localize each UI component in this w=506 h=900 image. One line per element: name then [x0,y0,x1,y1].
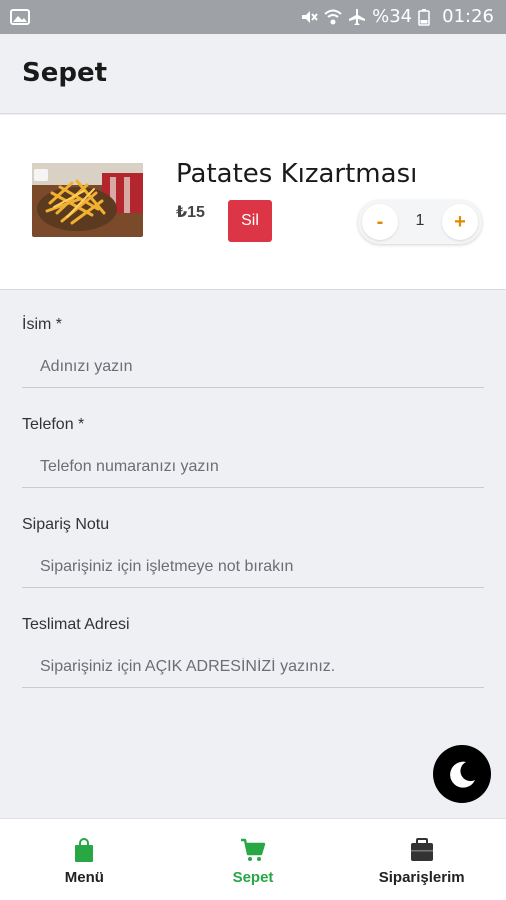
moon-icon [433,761,491,806]
delete-button[interactable]: Sil [228,200,272,242]
phone-input[interactable] [22,446,484,488]
quantity-value: 1 [415,212,425,229]
page-title: Sepet [22,58,108,88]
clock: 01:26 [442,6,494,27]
cart-icon [240,837,266,863]
product-image [32,163,143,237]
order-note-label: Sipariş Notu [22,516,110,533]
gallery-icon [10,8,30,31]
order-form: İsim * Telefon * Sipariş Notu Teslimat A… [22,310,484,710]
wifi-icon [324,8,342,26]
airplane-icon [348,8,366,26]
shopping-bag-icon [71,837,97,863]
order-note-field-group: Sipariş Notu [22,510,484,610]
battery-icon [418,8,436,26]
phone-field-group: Telefon * [22,410,484,510]
order-note-input[interactable] [22,546,484,588]
app-header: Sepet [0,34,506,114]
product-price: ₺15 [176,204,205,221]
nav-item-cart[interactable]: Sepet [169,819,338,900]
cart-item-card: Patates Kızartması ₺15 Sil - 1 + [0,115,506,290]
name-label: İsim * [22,316,62,333]
address-input[interactable] [22,646,484,688]
bottom-navigation: Menü Sepet Siparişlerim [0,818,506,900]
nav-label-orders: Siparişlerim [378,869,465,886]
increase-quantity-button[interactable]: + [442,204,478,240]
nav-label-cart: Sepet [232,869,274,886]
decrease-quantity-button[interactable]: - [362,204,398,240]
name-input[interactable] [22,346,484,388]
status-bar: %34 01:26 [0,0,506,34]
nav-item-orders[interactable]: Siparişlerim [337,819,506,900]
dark-mode-button[interactable] [433,745,491,803]
briefcase-icon [409,837,435,863]
name-field-group: İsim * [22,310,484,410]
product-name: Patates Kızartması [176,159,418,189]
battery-level: %34 [372,6,413,27]
mute-icon [300,8,318,26]
phone-label: Telefon * [22,416,85,433]
nav-item-menu[interactable]: Menü [0,819,169,900]
address-label: Teslimat Adresi [22,616,130,633]
address-field-group: Teslimat Adresi [22,610,484,710]
nav-label-menu: Menü [64,869,104,886]
quantity-stepper: - 1 + [358,200,482,244]
